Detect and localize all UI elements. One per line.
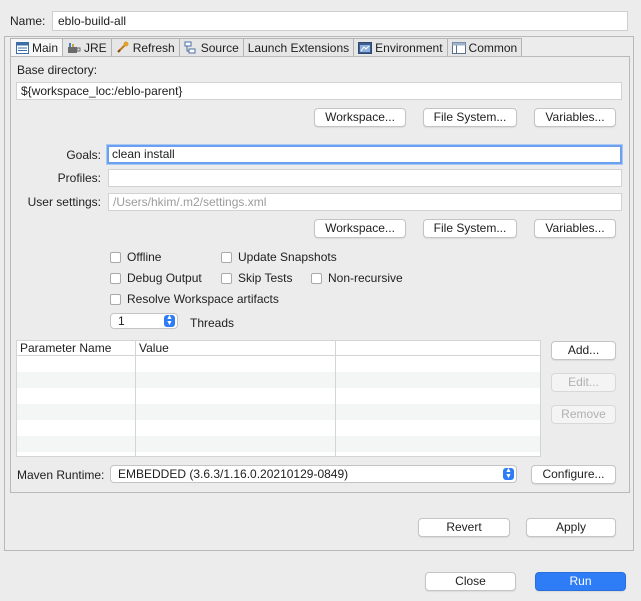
settings-workspace-button[interactable]: Workspace... <box>314 219 406 238</box>
apply-button[interactable]: Apply <box>526 518 616 537</box>
edit-parameter-button[interactable]: Edit... <box>551 373 616 392</box>
name-label: Name: <box>10 14 46 28</box>
user-settings-input[interactable]: /Users/hkim/.m2/settings.xml <box>108 193 622 211</box>
offline-checkbox-box[interactable] <box>110 251 121 263</box>
base-variables-button[interactable]: Variables... <box>534 108 616 127</box>
revert-button[interactable]: Revert <box>418 518 510 537</box>
table-row <box>17 420 540 436</box>
run-button[interactable]: Run <box>535 572 626 591</box>
table-row <box>17 452 540 456</box>
parameter-table-body <box>17 356 540 456</box>
profiles-input[interactable] <box>108 169 622 187</box>
threads-label: Threads <box>190 316 235 330</box>
jre-icon <box>67 41 81 54</box>
environment-icon <box>358 41 373 54</box>
updown-arrows-icon: ▲ ▼ <box>503 467 514 480</box>
base-workspace-button[interactable]: Workspace... <box>314 108 406 127</box>
debug-output-checkbox[interactable]: Debug Output <box>110 271 202 285</box>
tab-refresh-label: Refresh <box>132 40 175 55</box>
update-snapshots-label: Update Snapshots <box>238 250 337 264</box>
resolve-workspace-label: Resolve Workspace artifacts <box>127 292 279 306</box>
tab-main[interactable]: Main <box>10 38 64 57</box>
resolve-workspace-checkbox-box[interactable] <box>110 293 121 305</box>
skip-tests-checkbox[interactable]: Skip Tests <box>221 271 292 285</box>
table-row <box>17 436 540 452</box>
tab-jre[interactable]: JRE <box>63 38 112 57</box>
base-directory-label: Base directory: <box>17 63 98 77</box>
tab-launch-extensions-label: Launch Extensions <box>247 40 350 55</box>
table-row <box>17 404 540 420</box>
table-row <box>17 356 540 372</box>
settings-variables-button[interactable]: Variables... <box>534 219 616 238</box>
skip-tests-checkbox-box[interactable] <box>221 272 232 284</box>
tab-launch-extensions[interactable]: Launch Extensions <box>243 38 355 57</box>
name-input[interactable]: eblo-build-all <box>52 11 628 31</box>
column-header-value[interactable]: Value <box>136 341 336 355</box>
resolve-workspace-checkbox[interactable]: Resolve Workspace artifacts <box>110 292 279 306</box>
maven-runtime-select[interactable]: EMBEDDED (3.6.3/1.16.0.20210129-0849) ▲ ▼ <box>110 465 517 483</box>
main-tab-icon <box>15 41 29 54</box>
tab-environment[interactable]: Environment <box>354 38 448 57</box>
maven-runtime-label: Maven Runtime: <box>17 468 105 482</box>
update-snapshots-checkbox[interactable]: Update Snapshots <box>221 250 337 264</box>
tab-refresh[interactable]: Refresh <box>111 38 180 57</box>
updown-arrows-icon: ▲ ▼ <box>164 314 175 327</box>
tab-common[interactable]: Common <box>447 38 523 57</box>
refresh-icon <box>116 41 130 54</box>
threads-value: 1 <box>118 314 125 328</box>
goals-label: Goals: <box>66 148 101 162</box>
common-icon <box>451 41 466 54</box>
tab-main-label: Main <box>32 40 59 55</box>
parameter-table[interactable]: Parameter Name Value <box>16 340 541 457</box>
table-row <box>17 388 540 404</box>
profiles-label: Profiles: <box>57 171 101 185</box>
tab-source[interactable]: Source <box>179 38 244 57</box>
threads-select[interactable]: 1 ▲ ▼ <box>110 313 178 329</box>
settings-file-system-button[interactable]: File System... <box>423 219 517 238</box>
user-settings-label: User settings: <box>27 195 101 209</box>
remove-parameter-button[interactable]: Remove <box>551 405 616 424</box>
goals-input[interactable]: clean install <box>107 145 622 164</box>
update-snapshots-checkbox-box[interactable] <box>221 251 232 263</box>
close-button[interactable]: Close <box>425 572 516 591</box>
offline-checkbox[interactable]: Offline <box>110 250 161 264</box>
tab-common-label: Common <box>468 40 518 55</box>
base-file-system-button[interactable]: File System... <box>423 108 517 127</box>
base-directory-input[interactable]: ${workspace_loc:/eblo-parent} <box>16 82 622 100</box>
tab-bar: Main JRE Refresh Source Launch Extension… <box>10 38 523 57</box>
non-recursive-label: Non-recursive <box>328 271 403 285</box>
configure-button[interactable]: Configure... <box>531 465 616 484</box>
table-row <box>17 372 540 388</box>
offline-label: Offline <box>127 250 162 264</box>
debug-output-checkbox-box[interactable] <box>110 272 121 284</box>
non-recursive-checkbox[interactable]: Non-recursive <box>311 271 403 285</box>
maven-runtime-value: EMBEDDED (3.6.3/1.16.0.20210129-0849) <box>118 467 349 481</box>
skip-tests-label: Skip Tests <box>238 271 293 285</box>
tab-environment-label: Environment <box>375 40 443 55</box>
debug-output-label: Debug Output <box>127 271 202 285</box>
source-icon <box>184 41 198 54</box>
tab-jre-label: JRE <box>84 40 107 55</box>
add-parameter-button[interactable]: Add... <box>551 341 616 360</box>
column-header-empty <box>336 341 540 355</box>
column-header-parameter-name[interactable]: Parameter Name <box>17 341 136 355</box>
parameter-table-header: Parameter Name Value <box>17 341 540 356</box>
non-recursive-checkbox-box[interactable] <box>311 272 322 284</box>
tab-source-label: Source <box>200 40 239 55</box>
